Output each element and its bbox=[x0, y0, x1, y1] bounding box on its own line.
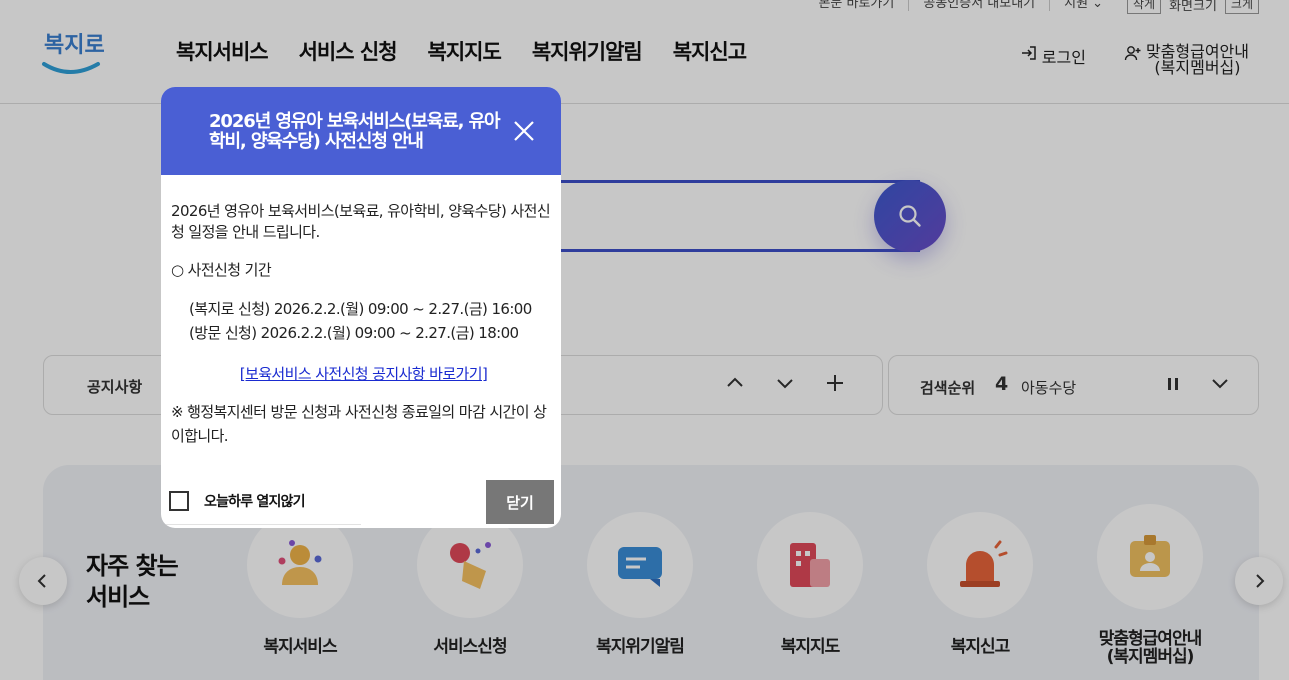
popup-title: 2026년 영유아 보육서비스(보육료, 유아학비, 양육수당) 사전신청 안내 bbox=[209, 111, 501, 152]
dont-show-label: 오늘하루 열지않기 bbox=[204, 494, 306, 510]
close-icon[interactable] bbox=[511, 118, 537, 144]
period-online: (복지로 신청) 2026.2.2.(월) 09:00 ~ 2.27.(금) 1… bbox=[189, 300, 532, 318]
page: 복지로 복지서비스 서비스 신청 복지지도 복지위기알림 복지신고 로그인 맞춤… bbox=[0, 0, 1289, 680]
popup-body: 2026년 영유아 보육서비스(보육료, 유아학비, 양육수당) 사전신청 일정… bbox=[171, 201, 556, 448]
dont-show-today[interactable]: 오늘하루 열지않기 bbox=[169, 491, 306, 511]
period-visit: (방문 신청) 2026.2.2.(월) 09:00 ~ 2.27.(금) 18… bbox=[189, 324, 519, 342]
popup-header: 2026년 영유아 보육서비스(보육료, 유아학비, 양육수당) 사전신청 안내 bbox=[161, 87, 561, 175]
notice-popup: 2026년 영유아 보육서비스(보육료, 유아학비, 양육수당) 사전신청 안내… bbox=[161, 87, 561, 528]
popup-note: ※ 행정복지센터 방문 신청과 사전신청 종료일의 마감 시간이 상이합니다. bbox=[171, 403, 547, 445]
popup-intro: 2026년 영유아 보육서비스(보육료, 유아학비, 양육수당) 사전신청 일정… bbox=[171, 202, 551, 241]
dont-show-checkbox[interactable] bbox=[169, 491, 189, 511]
close-button[interactable]: 닫기 bbox=[486, 480, 554, 524]
popup-period-list: (복지로 신청) 2026.2.2.(월) 09:00 ~ 2.27.(금) 1… bbox=[171, 297, 556, 345]
popup-period-heading: ○ 사전신청 기간 bbox=[171, 261, 272, 279]
notice-link[interactable]: [보육서비스 사전신청 공지사항 바로가기] bbox=[240, 365, 488, 383]
footer-divider bbox=[161, 524, 361, 525]
popup-link-row: [보육서비스 사전신청 공지사항 바로가기] bbox=[171, 363, 556, 384]
